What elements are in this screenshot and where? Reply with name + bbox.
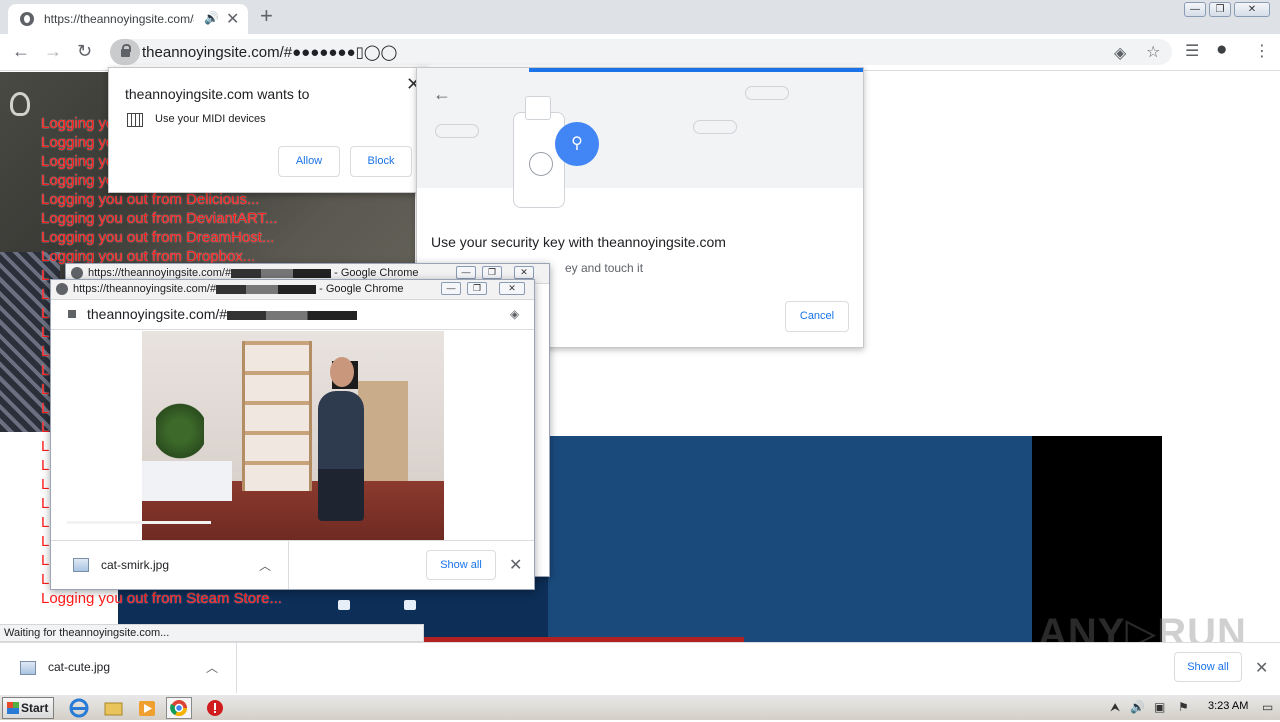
logout-line: Logging you out from DeviantART...: [41, 210, 278, 227]
photo-table: [142, 461, 232, 501]
chevron-up-icon[interactable]: ︿: [206, 659, 218, 676]
restore-button[interactable]: ❐: [482, 266, 502, 279]
media-icon[interactable]: ☰: [1185, 41, 1199, 61]
allow-button[interactable]: Allow: [278, 146, 340, 177]
download-file-name: cat-smirk.jpg: [101, 558, 170, 572]
popup-title: https://theannoyingsite.com/# - Google C…: [88, 267, 419, 279]
logout-line: Logging you out from Steam Store...: [41, 590, 282, 607]
download-item[interactable]: cat-cute.jpg ︿: [0, 643, 237, 693]
photo-shelf: [242, 341, 312, 491]
clock[interactable]: 3:23 AM: [1208, 700, 1248, 712]
tab-title: https://theannoyingsite.com/#: [44, 12, 194, 26]
restore-button[interactable]: ❐: [467, 282, 487, 295]
tab-active[interactable]: https://theannoyingsite.com/# 🔊 ✕: [8, 4, 248, 34]
star-icon[interactable]: ☆: [1146, 42, 1160, 62]
tab-strip: https://theannoyingsite.com/# 🔊 ✕ + — ❐ …: [0, 0, 1280, 34]
photo-person: [318, 391, 364, 521]
menu-icon[interactable]: ⋮: [1254, 41, 1270, 61]
start-button[interactable]: Start: [2, 697, 54, 719]
lock-icon: [68, 310, 76, 318]
ie-icon[interactable]: [68, 697, 92, 719]
popup-address-bar[interactable]: theannoyingsite.com/# ◈: [51, 300, 534, 330]
network-icon[interactable]: ▣: [1154, 700, 1165, 714]
image-file-icon: [20, 661, 36, 675]
lock-icon[interactable]: [110, 39, 140, 65]
cloud-icon: [435, 124, 479, 138]
popup-download-shelf: cat-smirk.jpg ︿ Show all ✕: [51, 540, 534, 589]
dialog-subtitle: ey and touch it: [565, 261, 644, 275]
windows-logo-icon: [7, 702, 19, 714]
globe-icon: [56, 283, 68, 295]
image-file-icon: [73, 558, 89, 572]
back-button[interactable]: ←: [12, 40, 30, 62]
minimize-button[interactable]: —: [456, 266, 476, 279]
photo-cabinet: [358, 381, 408, 481]
chevron-up-icon[interactable]: ︿: [259, 557, 271, 574]
browser-toolbar: ← → ↻ theannoyingsite.com/#●●●●●●●▯◯◯ ◈ …: [0, 34, 1280, 71]
globe-icon: [20, 12, 34, 26]
video-progress-fill: [67, 521, 211, 524]
prompt-title: theannoyingsite.com wants to: [125, 86, 310, 102]
minimize-button[interactable]: —: [441, 282, 461, 295]
address-text[interactable]: theannoyingsite.com/#●●●●●●●▯◯◯: [142, 43, 397, 61]
media-player-icon[interactable]: [136, 697, 160, 719]
piano-icon: [127, 113, 143, 127]
stop-icon[interactable]: [204, 697, 228, 719]
tray-expand-icon[interactable]: ⮝: [1110, 700, 1120, 715]
apple-icon: [10, 92, 30, 116]
cloud-icon: [745, 86, 789, 100]
permission-label: Use your MIDI devices: [155, 113, 266, 125]
reload-button[interactable]: ↻: [77, 40, 92, 62]
account-icon[interactable]: ●: [1216, 39, 1227, 61]
forward-button[interactable]: →: [44, 40, 62, 62]
photo-plant: [156, 401, 204, 461]
close-window-button[interactable]: ✕: [1234, 2, 1270, 17]
popup-address-text[interactable]: theannoyingsite.com/#: [87, 306, 358, 322]
logout-line: Logging you out from DreamHost...: [41, 229, 275, 246]
close-window-button[interactable]: ✕: [514, 266, 534, 279]
dialog-title: Use your security key with theannoyingsi…: [431, 234, 726, 250]
flag-icon[interactable]: ⚑: [1178, 700, 1189, 714]
globe-icon: [71, 267, 83, 279]
volume-icon[interactable]: 🔊: [1130, 700, 1145, 714]
eye-icon[interactable]: ◈: [510, 307, 519, 321]
close-shelf-icon[interactable]: ✕: [509, 555, 522, 575]
usb-key-cap: [525, 96, 551, 120]
eye-icon[interactable]: ◈: [1114, 43, 1126, 63]
cloud-icon: [693, 120, 737, 134]
popup-window-front[interactable]: https://theannoyingsite.com/# - Google C…: [50, 279, 535, 590]
speaker-icon[interactable]: 🔊: [204, 11, 219, 25]
show-desktop-icon[interactable]: ▭: [1262, 700, 1273, 714]
download-file-name: cat-cute.jpg: [48, 660, 111, 674]
status-bubble: Waiting for theannoyingsite.com...: [0, 624, 424, 642]
cancel-button[interactable]: Cancel: [785, 301, 849, 332]
start-label: Start: [21, 701, 49, 715]
new-tab-button[interactable]: +: [260, 4, 273, 28]
download-item[interactable]: cat-smirk.jpg ︿: [51, 541, 289, 589]
usb-icon: ⚲: [555, 122, 599, 166]
chrome-icon[interactable]: [166, 697, 192, 719]
usb-key-ring: [529, 152, 553, 176]
security-key-illustration: ⚲: [417, 68, 863, 208]
popup-video-frame[interactable]: [142, 331, 444, 541]
popup-title: https://theannoyingsite.com/# - Google C…: [73, 283, 404, 295]
download-shelf: cat-cute.jpg ︿ Show all ✕: [0, 642, 1280, 693]
progress-bar: [529, 68, 863, 72]
close-window-button[interactable]: ✕: [499, 282, 525, 295]
address-bar[interactable]: theannoyingsite.com/#●●●●●●●▯◯◯ ◈ ☆: [110, 39, 1172, 65]
back-arrow-icon[interactable]: ←: [433, 84, 451, 105]
tab-close-icon[interactable]: ✕: [226, 9, 239, 29]
block-button[interactable]: Block: [350, 146, 412, 177]
midi-permission-prompt: theannoyingsite.com wants to ✕ Use your …: [108, 67, 429, 193]
show-all-button[interactable]: Show all: [1174, 652, 1242, 682]
restore-button[interactable]: ❐: [1209, 2, 1231, 17]
taskbar: Start ⮝ 🔊 ▣ ⚑ 3:23 AM ▭: [0, 694, 1280, 720]
photo-head: [330, 357, 354, 387]
close-shelf-icon[interactable]: ✕: [1255, 658, 1268, 678]
folder-icon[interactable]: [102, 697, 126, 719]
popup-titlebar[interactable]: https://theannoyingsite.com/# - Google C…: [51, 280, 534, 300]
minimize-button[interactable]: —: [1184, 2, 1206, 17]
show-all-button[interactable]: Show all: [426, 550, 496, 580]
